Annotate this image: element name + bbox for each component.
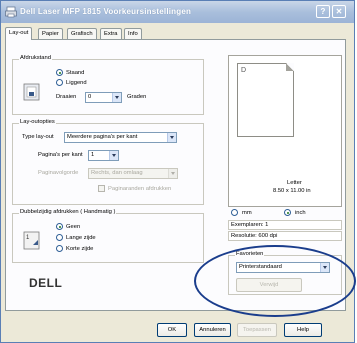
window-title: Dell Laser MFP 1815 Voorkeursinstellinge… bbox=[20, 7, 192, 16]
preview-page: D bbox=[237, 63, 294, 137]
portrait-label: Staand bbox=[66, 70, 85, 76]
layout-options-label: Lay-outopties bbox=[19, 119, 56, 125]
ok-button[interactable]: OK bbox=[157, 323, 187, 337]
preview-page-letter: D bbox=[241, 67, 247, 74]
help-title-button[interactable]: ? bbox=[316, 5, 330, 18]
page-border-label: Paginaranden afdrukken bbox=[108, 186, 172, 192]
duplex-short-edge-radio[interactable] bbox=[56, 245, 63, 252]
dell-logo: DELL bbox=[29, 276, 63, 290]
unit-mm-label: mm bbox=[242, 210, 252, 216]
page-order-label: Paginavolgorde bbox=[38, 170, 79, 176]
page-fold-corner bbox=[286, 63, 294, 71]
portrait-radio[interactable] bbox=[56, 69, 63, 76]
chevron-down-icon bbox=[167, 133, 176, 142]
orientation-group: Afdrukstand Staand Liggend Draaien 0 Gra… bbox=[12, 55, 204, 115]
close-button[interactable]: ✕ bbox=[332, 5, 346, 18]
rotate-label: Draaien bbox=[56, 94, 77, 100]
printer-icon bbox=[5, 6, 17, 18]
copies-info: Exemplaren: 1 bbox=[228, 220, 342, 230]
title-bar: Dell Laser MFP 1815 Voorkeursinstellinge… bbox=[1, 1, 354, 23]
resolution-info: Resolutie: 600 dpi bbox=[228, 231, 342, 241]
page-order-select[interactable]: Rechts, dan omlaag bbox=[88, 168, 178, 179]
chevron-down-icon bbox=[168, 169, 177, 178]
layout-options-group: Lay-outopties Type lay-out Meerdere pagi… bbox=[12, 119, 204, 205]
rotate-value: 0 bbox=[88, 94, 92, 100]
apply-button[interactable]: Toepassen bbox=[237, 323, 277, 337]
paper-preview: D Letter 8.50 x 11.00 in bbox=[228, 55, 342, 207]
orientation-label: Afdrukstand bbox=[19, 55, 52, 61]
rotate-unit-label: Graden bbox=[127, 94, 147, 100]
landscape-radio[interactable] bbox=[56, 79, 63, 86]
pages-per-side-label: Pagina's per kant bbox=[38, 152, 83, 158]
duplex-long-edge-label: Lange zijde bbox=[66, 235, 96, 241]
help-button[interactable]: Help bbox=[284, 323, 322, 337]
page-border-checkbox[interactable] bbox=[98, 185, 105, 192]
unit-inch-label: inch bbox=[295, 210, 306, 216]
chevron-down-icon bbox=[112, 93, 121, 102]
duplex-short-edge-label: Korte zijde bbox=[66, 246, 94, 252]
unit-inch-radio[interactable] bbox=[284, 209, 291, 216]
duplex-page-icon: 1 bbox=[23, 231, 40, 250]
paper-name: Letter bbox=[287, 180, 302, 186]
printer-preferences-window: Dell Laser MFP 1815 Voorkeursinstellinge… bbox=[0, 0, 356, 343]
landscape-label: Liggend bbox=[66, 80, 87, 86]
chevron-down-icon bbox=[109, 151, 118, 160]
rotate-select[interactable]: 0 bbox=[85, 92, 122, 103]
pages-per-side-value: 1 bbox=[91, 152, 95, 158]
pages-per-side-select[interactable]: 1 bbox=[88, 150, 119, 161]
layout-type-label: Type lay-out bbox=[22, 134, 54, 140]
highlight-ellipse bbox=[194, 245, 356, 317]
duplex-none-label: Geen bbox=[66, 224, 81, 230]
layout-type-value: Meerdere pagina's per kant bbox=[67, 134, 138, 140]
duplex-label: Dubbelzijdig afdrukken ( Handmatig ) bbox=[19, 209, 117, 215]
duplex-long-edge-radio[interactable] bbox=[56, 234, 63, 241]
tab-layout[interactable]: Lay-out bbox=[5, 27, 33, 40]
unit-mm-radio[interactable] bbox=[231, 209, 238, 216]
page-order-value: Rechts, dan omlaag bbox=[91, 170, 143, 176]
duplex-none-radio[interactable] bbox=[56, 223, 63, 230]
duplex-group: Dubbelzijdig afdrukken ( Handmatig ) 1 G… bbox=[12, 209, 204, 263]
layout-type-select[interactable]: Meerdere pagina's per kant bbox=[64, 132, 177, 143]
cancel-button[interactable]: Annuleren bbox=[194, 323, 231, 337]
portrait-page-icon bbox=[23, 83, 40, 101]
paper-size: 8.50 x 11.00 in bbox=[273, 188, 311, 194]
